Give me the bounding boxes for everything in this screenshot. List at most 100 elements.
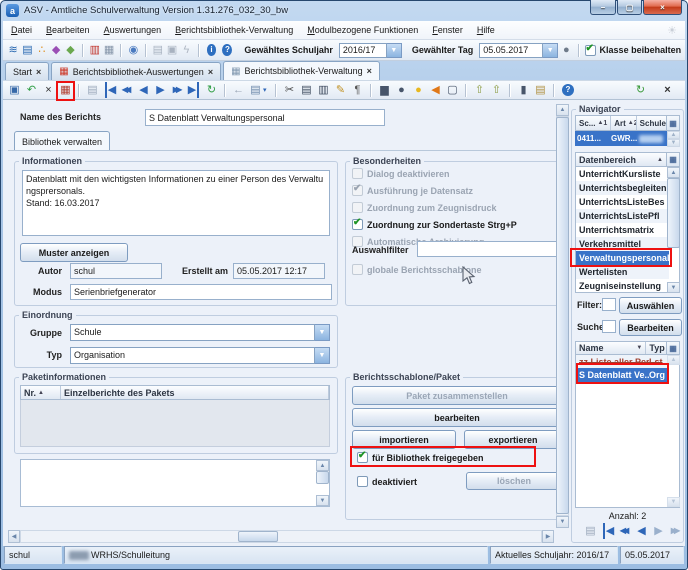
grid-settings-icon[interactable]: ▦ xyxy=(666,342,679,354)
menu-berichtsbibliothek[interactable]: Berichtsbibliothek-Verwaltung xyxy=(175,25,293,35)
col-name[interactable]: Name▼ xyxy=(576,342,646,354)
hilfe-icon[interactable]: ? xyxy=(562,84,574,96)
klassen-icon[interactable]: ▤ xyxy=(21,42,33,58)
scroll-down-icon[interactable]: ▼ xyxy=(667,139,680,147)
scroll-up-icon[interactable]: ▲ xyxy=(316,460,329,471)
col-schulnummer[interactable]: Sc...▲1 xyxy=(576,116,611,130)
report-name-input[interactable]: S Datenblatt Verwaltungspersonal xyxy=(145,109,385,126)
schnell-vor-icon[interactable]: ▶▶ xyxy=(170,82,185,98)
erstellt-am-field[interactable]: 05.05.2017 12:17 xyxy=(233,263,325,279)
col-schule[interactable]: Schule xyxy=(637,116,666,130)
maximize-button[interactable]: ▢ xyxy=(617,0,642,15)
ausfuehrung-je-datensatz-checkbox[interactable]: Ausführung je Datensatz xyxy=(352,185,473,196)
rueckgaengig-icon[interactable]: ↶ xyxy=(24,82,39,98)
paket-table-body[interactable] xyxy=(20,400,330,447)
speichern-icon[interactable]: ▣ xyxy=(7,82,22,98)
scroll-left-icon[interactable]: ◀ xyxy=(8,530,20,543)
scroll-down-icon[interactable]: ▼ xyxy=(667,282,680,293)
list-item[interactable]: UnterrichtsListeBes xyxy=(576,195,669,209)
close-icon[interactable]: × xyxy=(208,67,213,77)
col-einzelberichte[interactable]: Einzelberichte des Pakets xyxy=(61,386,329,399)
filter-input[interactable] xyxy=(602,298,616,311)
klasse-beibehalten-checkbox[interactable]: Klasse beibehalten xyxy=(585,45,682,56)
ansicht-aktualisieren-icon[interactable]: ↻ xyxy=(633,82,648,98)
col-nr[interactable]: Nr. ▲ xyxy=(21,386,61,399)
absatz-icon[interactable]: ¶ xyxy=(350,82,365,98)
chevron-down-icon[interactable]: ▼ xyxy=(387,43,402,58)
ausschneiden-icon[interactable]: ✂ xyxy=(282,82,297,98)
auswaehlen-button[interactable]: Auswählen xyxy=(619,297,682,314)
scroll-down-icon[interactable]: ▼ xyxy=(316,495,329,506)
melden-icon[interactable]: ◀ xyxy=(428,82,443,98)
bericht-row-selected[interactable]: S Datenblatt Ve... Org xyxy=(576,368,667,382)
kopie-icon[interactable]: ▤ xyxy=(583,523,598,539)
kopieren-icon[interactable]: ▤ xyxy=(299,82,314,98)
erster-datensatz-icon[interactable]: ◀ xyxy=(105,82,117,98)
menu-hilfe[interactable]: Hilfe xyxy=(477,25,495,35)
scroll-down-icon[interactable]: ▼ xyxy=(667,497,680,507)
scroll-up-icon[interactable]: ▲ xyxy=(667,131,680,139)
panel-schliessen-icon[interactable]: × xyxy=(660,82,675,98)
globale-berichtsschablone-checkbox[interactable]: globale Berichtsschablone xyxy=(352,264,482,275)
berichtsbibliothek-icon[interactable]: ▥ xyxy=(89,42,101,58)
mitteilung-lila-icon[interactable]: ◆ xyxy=(50,42,62,58)
list-item[interactable]: UnterrichtKursliste xyxy=(576,167,669,181)
hilfe-icon[interactable]: ? xyxy=(222,44,232,56)
stempel-icon[interactable]: ● xyxy=(394,82,409,98)
close-button[interactable]: × xyxy=(643,0,682,15)
schul-row[interactable]: 0411... GWR... xyxy=(575,131,667,146)
dialog-deaktivieren-checkbox[interactable]: Dialog deaktivieren xyxy=(352,168,450,179)
hinweis-icon[interactable]: ● xyxy=(411,82,426,98)
gruppe-select[interactable]: Schule ▼ xyxy=(70,324,330,341)
col-art[interactable]: Art▲2 xyxy=(611,116,636,130)
tab-berichtsbibliothek-verwaltung[interactable]: ▦ Berichtsbibliothek-Verwaltung × xyxy=(223,61,380,80)
menu-bearbeiten[interactable]: Bearbeiten xyxy=(46,25,90,35)
auswahlfilter-input[interactable] xyxy=(417,241,566,257)
importieren-button[interactable]: importieren xyxy=(352,430,456,449)
list-item[interactable]: Unterrichtsmatrix xyxy=(576,223,669,237)
scroll-down-icon[interactable]: ▼ xyxy=(556,516,569,528)
tag-select[interactable]: 05.05.2017 ▼ xyxy=(479,43,558,58)
list-item[interactable]: UnterrichtsListePfl xyxy=(576,209,669,223)
berichte-table-header[interactable]: Name▼ Typ ▦ xyxy=(575,341,680,355)
scroll-up-icon[interactable]: ▲ xyxy=(667,355,680,365)
minimize-button[interactable]: – xyxy=(590,0,616,15)
paket-zusammenstellen-button[interactable]: Paket zusammenstellen xyxy=(352,386,562,405)
muster-anzeigen-button[interactable]: Muster anzeigen xyxy=(20,243,128,262)
loeschen-button[interactable]: löschen xyxy=(466,472,562,490)
bearbeiten-icon[interactable]: ✎ xyxy=(333,82,348,98)
close-icon[interactable]: × xyxy=(36,67,41,77)
fuer-bibliothek-freigegeben-checkbox[interactable]: für Bibliothek freigegeben xyxy=(357,452,484,463)
scroll-right-icon[interactable]: ▶ xyxy=(542,530,554,543)
einspielen-icon[interactable]: ⇧ xyxy=(472,82,487,98)
zurueck-icon[interactable]: ◀ xyxy=(634,523,649,539)
drucken-icon[interactable]: ▆ xyxy=(377,82,392,98)
uebermittlung-icon[interactable]: ▤ xyxy=(152,42,164,58)
zuordnung-sondertaste-checkbox[interactable]: Zuordnung zur Sondertaste Strg+P xyxy=(352,219,517,230)
fenster-icon[interactable]: ▣ xyxy=(166,42,178,58)
blitz-icon[interactable]: ϟ xyxy=(180,42,192,58)
chevron-down-icon[interactable]: ▼ xyxy=(315,324,330,341)
statistik-icon[interactable]: ▦ xyxy=(103,42,115,58)
schnell-zurueck-icon[interactable]: ◀◀ xyxy=(617,523,632,539)
close-icon[interactable]: × xyxy=(367,66,372,76)
scroll-up-icon[interactable]: ▲ xyxy=(556,104,569,116)
schnell-vor-icon[interactable]: ▶▶ xyxy=(668,523,683,539)
schnell-zurueck-icon[interactable]: ◀◀ xyxy=(119,82,134,98)
schuljahr-select[interactable]: 2016/17 ▼ xyxy=(339,43,402,58)
title-bar[interactable]: a ASV - Amtliche Schulverwaltung Version… xyxy=(0,0,688,21)
autor-field[interactable]: schul xyxy=(70,263,162,279)
tab-start[interactable]: Start × xyxy=(5,62,49,80)
schueler-icon[interactable]: ≋ xyxy=(7,42,19,58)
grid-settings-icon[interactable]: ▦ xyxy=(666,116,679,130)
vor-icon[interactable]: ▶ xyxy=(153,82,168,98)
duplizieren-icon[interactable]: ▤ xyxy=(85,82,100,98)
suche-input[interactable] xyxy=(602,320,616,333)
deaktiviert-checkbox[interactable]: deaktiviert xyxy=(357,476,417,487)
letzter-datensatz-icon[interactable]: ▶ xyxy=(187,82,199,98)
bericht-neu-icon[interactable]: ▤ xyxy=(248,82,263,98)
grid-settings-icon[interactable]: ▦ xyxy=(666,153,679,166)
verwerfen-icon[interactable]: × xyxy=(41,82,56,98)
list-item[interactable]: Unterrichtsbegleiten... xyxy=(576,181,669,195)
info-icon[interactable]: i xyxy=(207,44,217,56)
